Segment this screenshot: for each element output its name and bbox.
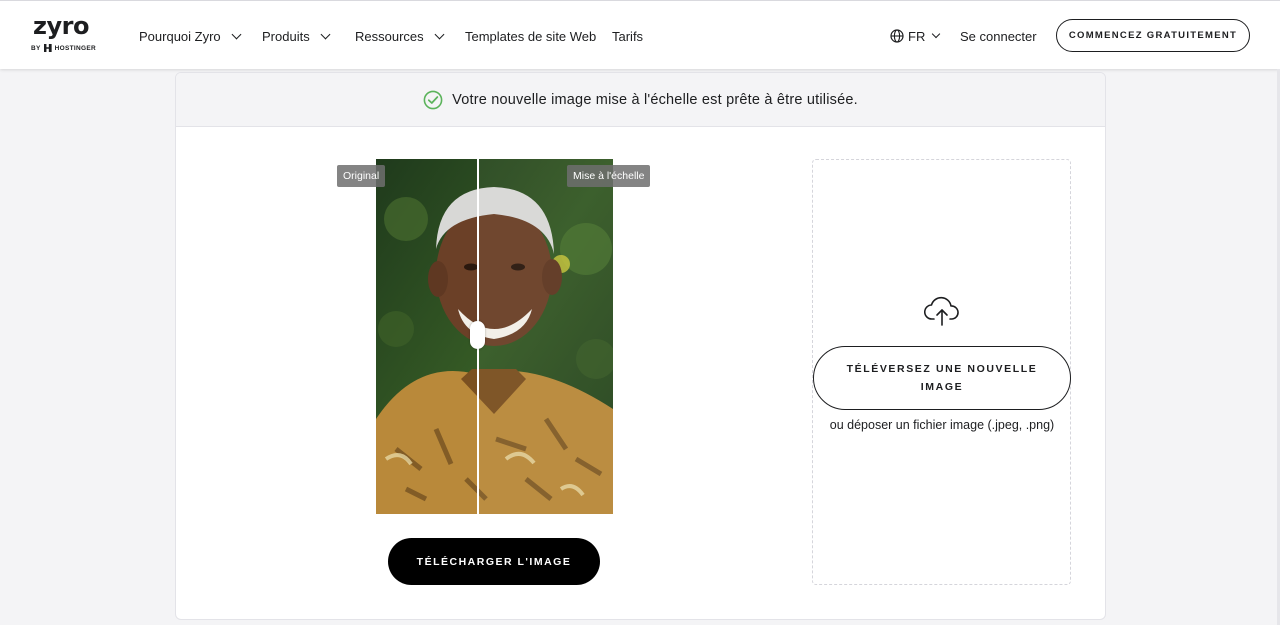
logo-partner: HOSTINGER <box>54 44 96 52</box>
upscaler-result-card: Votre nouvelle image mise à l'échelle es… <box>175 72 1106 620</box>
top-navigation-bar: zyro BY HOSTINGER Pourquoi Zyro Produits… <box>0 0 1280 69</box>
comparison-slider-handle[interactable] <box>470 321 485 349</box>
upload-new-image-button[interactable]: TÉLÉVERSEZ UNE NOUVELLE IMAGE <box>813 346 1071 410</box>
zyro-logo[interactable]: zyro BY HOSTINGER <box>31 12 96 56</box>
nav-ressources[interactable]: Ressources <box>355 28 445 44</box>
login-label: Se connecter <box>960 28 1037 44</box>
nav-label: Produits <box>262 28 310 44</box>
image-comparison-viewer[interactable] <box>376 159 613 514</box>
hostinger-mark-icon <box>43 44 52 52</box>
chevron-down-icon <box>932 29 941 39</box>
download-image-button[interactable]: TÉLÉCHARGER L'IMAGE <box>388 538 600 585</box>
upload-dropzone[interactable]: TÉLÉVERSEZ UNE NOUVELLE IMAGE ou déposer… <box>812 159 1071 585</box>
nav-produits[interactable]: Produits <box>262 28 331 44</box>
chevron-down-icon <box>434 29 445 39</box>
success-banner: Votre nouvelle image mise à l'échelle es… <box>176 73 1105 127</box>
nav-label: Pourquoi Zyro <box>139 28 221 44</box>
logo-wordmark: zyro <box>33 12 89 40</box>
login-link[interactable]: Se connecter <box>960 28 1037 44</box>
nav-pourquoi-zyro[interactable]: Pourquoi Zyro <box>139 28 242 44</box>
globe-icon <box>890 29 904 43</box>
nav-templates[interactable]: Templates de site Web <box>465 28 596 44</box>
original-label: Original <box>337 165 386 187</box>
portrait-image <box>376 159 613 514</box>
nav-label: Ressources <box>355 28 424 44</box>
logo-byline: BY HOSTINGER <box>31 44 96 52</box>
check-circle-icon <box>423 90 443 109</box>
nav-label: Tarifs <box>612 28 644 44</box>
chevron-down-icon <box>231 29 242 39</box>
upload-format-hint: ou déposer un fichier image (.jpeg, .png… <box>829 418 1055 432</box>
nav-label: Templates de site Web <box>465 28 597 44</box>
success-message: Votre nouvelle image mise à l'échelle es… <box>452 91 858 108</box>
logo-by: BY <box>31 44 41 52</box>
cloud-upload-icon <box>924 296 959 326</box>
upscaled-label: Mise à l'échelle <box>567 165 651 187</box>
nav-tarifs[interactable]: Tarifs <box>612 28 643 44</box>
chevron-down-icon <box>320 29 331 39</box>
language-selector[interactable]: FR <box>890 28 941 44</box>
language-code: FR <box>908 28 926 44</box>
start-free-button[interactable]: COMMENCEZ GRATUITEMENT <box>1056 19 1250 52</box>
